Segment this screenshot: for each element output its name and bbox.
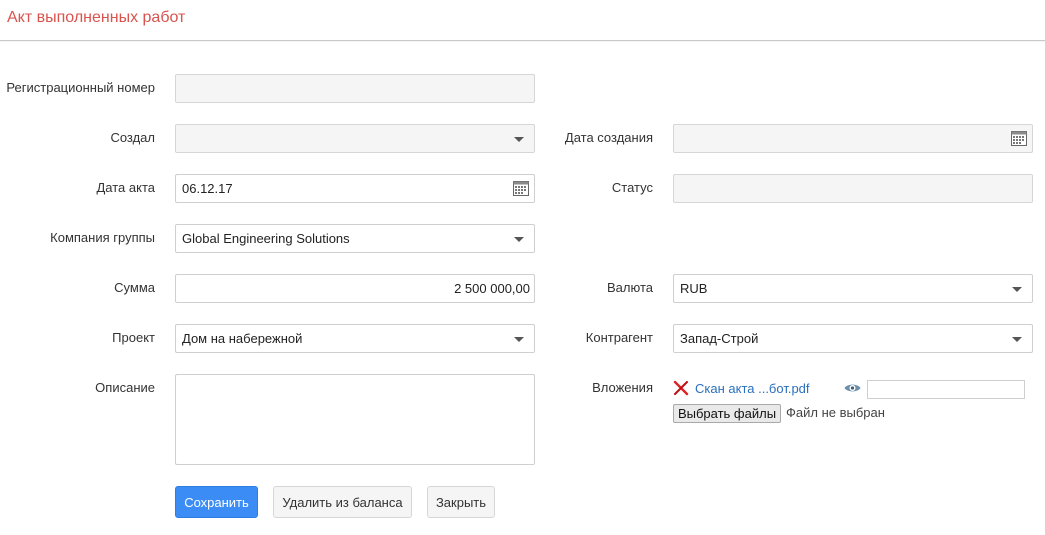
company-select[interactable]: Global Engineering Solutions [175, 224, 535, 253]
chevron-down-icon [1012, 337, 1022, 342]
reg-number-label: Регистрационный номер [6, 80, 155, 95]
company-value: Global Engineering Solutions [182, 231, 350, 246]
created-by-label: Создал [110, 130, 155, 145]
remove-from-balance-button[interactable]: Удалить из баланса [273, 486, 412, 518]
status-label: Статус [611, 180, 653, 195]
close-icon[interactable] [673, 380, 689, 396]
currency-label: Валюта [607, 280, 653, 295]
amount-value: 2 500 000,00 [454, 281, 530, 296]
chevron-down-icon [514, 237, 524, 242]
save-button[interactable]: Сохранить [175, 486, 258, 518]
currency-value: RUB [680, 281, 708, 296]
chevron-down-icon [1012, 287, 1022, 292]
project-select[interactable]: Дом на набережной [175, 324, 535, 353]
page-header: Акт выполненных работ [0, 0, 1045, 41]
description-label: Описание [95, 380, 155, 395]
project-label: Проект [112, 330, 155, 345]
chevron-down-icon [514, 337, 524, 342]
close-button[interactable]: Закрыть [427, 486, 495, 518]
status-field[interactable] [673, 174, 1033, 203]
act-date-field[interactable]: 06.12.17 [175, 174, 535, 203]
currency-select[interactable]: RUB [673, 274, 1033, 303]
attachments-label: Вложения [592, 380, 653, 395]
created-by-select[interactable] [175, 124, 535, 153]
counterparty-select[interactable]: Запад-Строй [673, 324, 1033, 353]
created-date-field[interactable] [673, 124, 1033, 153]
created-date-label: Дата создания [564, 130, 653, 145]
description-textarea[interactable] [175, 374, 535, 465]
amount-label: Сумма [114, 280, 155, 295]
chevron-down-icon [514, 137, 524, 142]
counterparty-value: Запад-Строй [680, 331, 759, 346]
eye-icon[interactable] [844, 382, 861, 394]
page-title: Акт выполненных работ [7, 9, 186, 26]
choose-files-button[interactable]: Выбрать файлы [673, 404, 781, 423]
attachment-comment-input[interactable] [867, 380, 1025, 399]
counterparty-label: Контрагент [585, 330, 653, 345]
no-file-text: Файл не выбран [786, 405, 885, 420]
attachment-file-link[interactable]: Скан акта ...бот.pdf [695, 381, 810, 396]
calendar-icon[interactable] [1011, 130, 1027, 146]
company-label: Компания группы [50, 230, 155, 245]
act-date-value: 06.12.17 [182, 181, 233, 196]
project-value: Дом на набережной [182, 331, 303, 346]
calendar-icon[interactable] [513, 180, 529, 196]
amount-field[interactable]: 2 500 000,00 [175, 274, 535, 303]
act-date-label: Дата акта [96, 180, 156, 195]
reg-number-field[interactable] [175, 74, 535, 103]
